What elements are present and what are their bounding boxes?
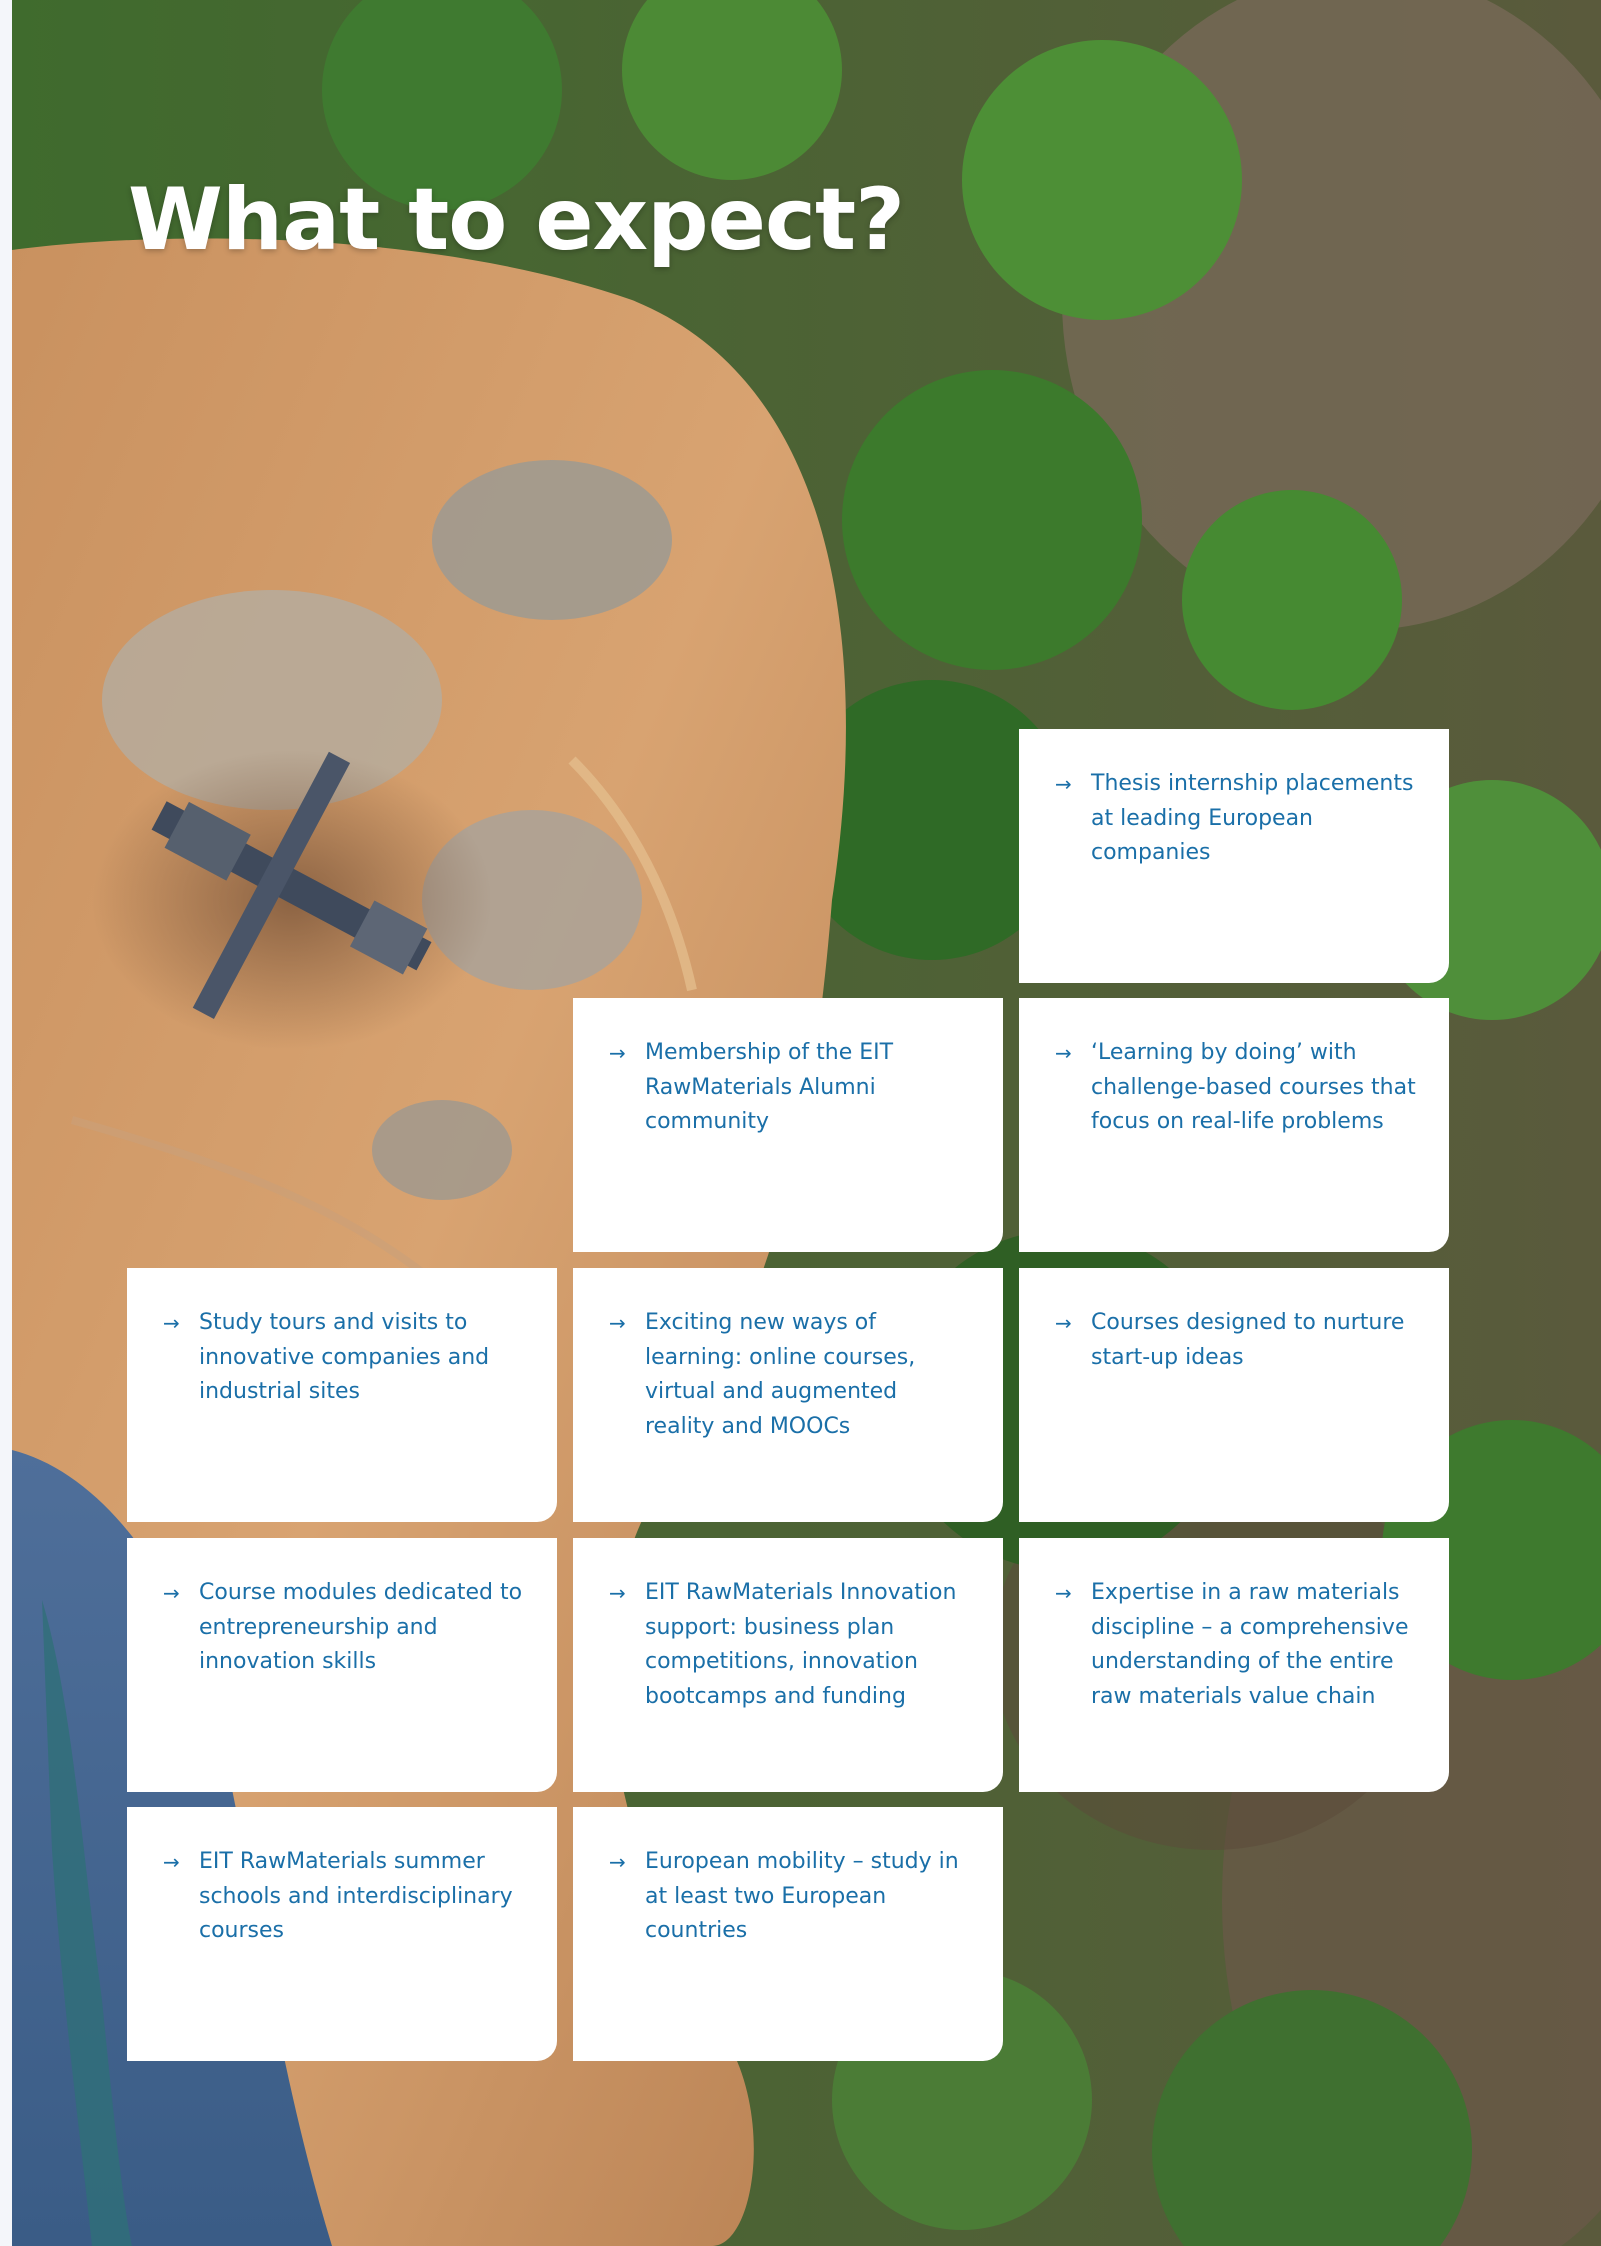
- feature-card: → Expertise in a raw materials disciplin…: [1019, 1538, 1449, 1792]
- arrow-right-icon: →: [609, 1311, 626, 1335]
- feature-text: European mobility – study in at least tw…: [645, 1849, 959, 1943]
- feature-card: → Exciting new ways of learning: online …: [573, 1268, 1003, 1522]
- feature-text: Membership of the EIT RawMaterials Alumn…: [645, 1040, 894, 1134]
- feature-card: → Courses designed to nurture start-up i…: [1019, 1268, 1449, 1522]
- arrow-right-icon: →: [163, 1850, 180, 1874]
- feature-text: Study tours and visits to innovative com…: [199, 1310, 490, 1404]
- arrow-right-icon: →: [1055, 772, 1072, 796]
- arrow-right-icon: →: [609, 1041, 626, 1065]
- arrow-right-icon: →: [609, 1850, 626, 1874]
- brochure-page: What to expect? → Thesis internship plac…: [0, 0, 1601, 2246]
- feature-text: Courses designed to nurture start-up ide…: [1091, 1310, 1405, 1370]
- feature-card: → EIT RawMaterials summer schools and in…: [127, 1807, 557, 2061]
- feature-card: → Thesis internship placements at leadin…: [1019, 729, 1449, 983]
- feature-card: → EIT RawMaterials Innovation support: b…: [573, 1538, 1003, 1792]
- feature-card: → European mobility – study in at least …: [573, 1807, 1003, 2061]
- arrow-right-icon: →: [163, 1581, 180, 1605]
- arrow-right-icon: →: [1055, 1581, 1072, 1605]
- feature-text: Thesis internship placements at leading …: [1091, 771, 1414, 865]
- page-title: What to expect?: [128, 170, 905, 270]
- feature-text: Expertise in a raw materials discipline …: [1091, 1580, 1409, 1709]
- feature-card: → Study tours and visits to innovative c…: [127, 1268, 557, 1522]
- feature-text: Course modules dedicated to entrepreneur…: [199, 1580, 523, 1674]
- arrow-right-icon: →: [1055, 1041, 1072, 1065]
- feature-card: → Course modules dedicated to entreprene…: [127, 1538, 557, 1792]
- feature-text: EIT RawMaterials summer schools and inte…: [199, 1849, 513, 1943]
- feature-text: Exciting new ways of learning: online co…: [645, 1310, 916, 1439]
- feature-card: → ‘Learning by doing’ with challenge-bas…: [1019, 998, 1449, 1252]
- arrow-right-icon: →: [1055, 1311, 1072, 1335]
- feature-card: → Membership of the EIT RawMaterials Alu…: [573, 998, 1003, 1252]
- feature-text: ‘Learning by doing’ with challenge-based…: [1091, 1040, 1416, 1134]
- feature-text: EIT RawMaterials Innovation support: bus…: [645, 1580, 957, 1709]
- page-margin: [0, 0, 12, 2246]
- arrow-right-icon: →: [609, 1581, 626, 1605]
- arrow-right-icon: →: [163, 1311, 180, 1335]
